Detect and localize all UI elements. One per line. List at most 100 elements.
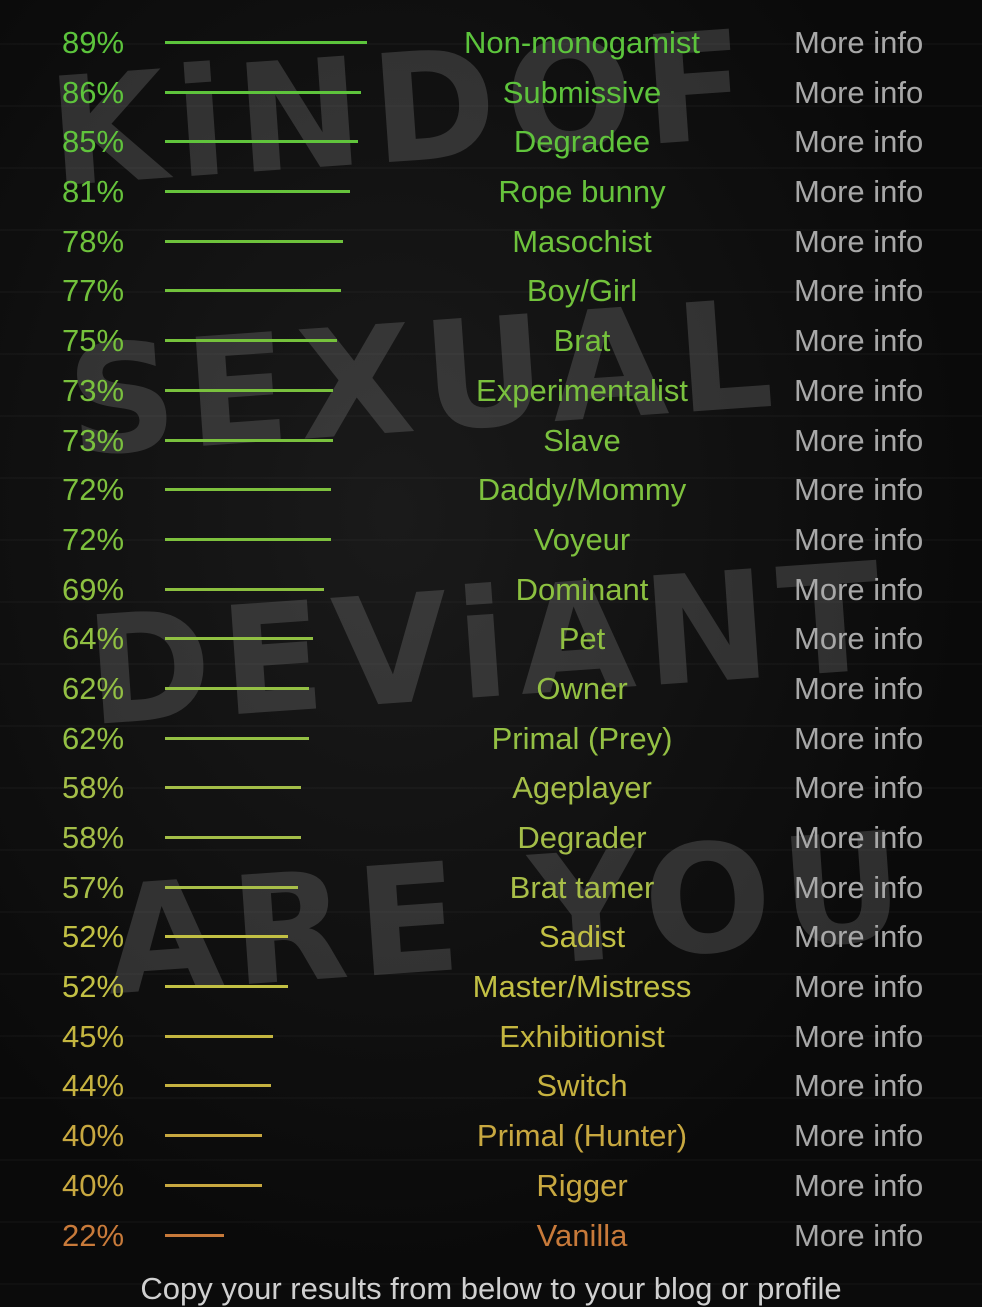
more-info-link[interactable]: More info — [794, 1019, 923, 1055]
result-bar — [165, 836, 301, 839]
result-name: Primal (Prey) — [491, 720, 673, 756]
result-name: Non-monogamist — [463, 25, 701, 60]
result-percent: 22% — [62, 1217, 125, 1253]
result-percent: 78% — [62, 223, 125, 259]
result-name: Masochist — [512, 223, 652, 259]
result-bar — [165, 388, 333, 392]
result-row: 62% Owner More info — [0, 664, 982, 714]
more-info-link[interactable]: More info — [794, 273, 923, 309]
result-percent: 40% — [62, 1167, 125, 1203]
result-row: 81% Rope bunny More info — [0, 167, 982, 217]
more-info-link[interactable]: More info — [794, 1068, 923, 1104]
more-info-link[interactable]: More info — [794, 721, 923, 757]
result-name: Degradee — [513, 124, 651, 160]
result-bar — [165, 239, 344, 243]
result-row: 69% Dominant More info — [0, 565, 982, 615]
result-percent: 58% — [62, 820, 125, 855]
result-bar — [165, 935, 288, 939]
result-name: Dominant — [515, 571, 649, 607]
result-name: Owner — [536, 670, 628, 706]
result-row: 40% Primal (Hunter) More info — [0, 1111, 982, 1161]
result-percent: 62% — [62, 670, 125, 706]
result-bar — [165, 885, 299, 889]
result-percent: 62% — [62, 720, 125, 756]
result-percent: 72% — [62, 472, 125, 508]
more-info-link[interactable]: More info — [794, 323, 923, 359]
result-name: Experimentalist — [476, 372, 688, 408]
result-bar — [165, 190, 350, 194]
more-info-link[interactable]: More info — [794, 373, 923, 409]
result-row: 58% Degrader More info — [0, 813, 982, 863]
more-info-link[interactable]: More info — [794, 472, 923, 508]
result-bar — [165, 537, 331, 541]
result-percent: 75% — [62, 323, 125, 359]
result-row: 86% Submissive More info — [0, 68, 982, 118]
more-info-link[interactable]: More info — [794, 522, 923, 558]
result-percent: 58% — [62, 770, 125, 806]
result-percent: 69% — [62, 571, 125, 607]
more-info-link[interactable]: More info — [794, 969, 923, 1005]
result-row: 52% Sadist More info — [0, 912, 982, 962]
result-percent: 77% — [62, 273, 125, 309]
more-info-link[interactable]: More info — [794, 174, 923, 210]
result-bar — [165, 90, 361, 94]
result-row: 62% Primal (Prey) More info — [0, 714, 982, 764]
more-info-link[interactable]: More info — [794, 820, 923, 856]
result-name: Switch — [536, 1068, 628, 1104]
result-percent: 44% — [62, 1068, 125, 1104]
more-info-link[interactable]: More info — [794, 75, 923, 111]
result-name: Degrader — [517, 820, 647, 855]
result-row: 40% Rigger More info — [0, 1161, 982, 1211]
result-name: Rope bunny — [498, 174, 666, 210]
more-info-link[interactable]: More info — [794, 1118, 923, 1154]
result-name: Exhibitionist — [499, 1018, 665, 1054]
result-row: 57% Brat tamer More info — [0, 863, 982, 913]
more-info-link[interactable]: More info — [794, 870, 923, 906]
result-percent: 52% — [62, 969, 125, 1005]
result-name: Pet — [558, 621, 606, 657]
more-info-link[interactable]: More info — [794, 919, 923, 955]
result-bar — [165, 339, 337, 343]
more-info-link[interactable]: More info — [794, 770, 923, 806]
result-name: Daddy/Mommy — [477, 472, 687, 508]
more-info-link[interactable]: More info — [794, 423, 923, 459]
result-name: Voyeur — [533, 521, 631, 557]
result-percent: 73% — [62, 372, 125, 408]
result-percent: 64% — [62, 621, 125, 657]
more-info-link[interactable]: More info — [794, 224, 923, 260]
result-percent: 89% — [62, 25, 125, 60]
result-row: 44% Switch More info — [0, 1061, 982, 1111]
result-bar — [165, 1233, 224, 1237]
result-name: Primal (Hunter) — [476, 1118, 688, 1154]
result-name: Ageplayer — [512, 770, 652, 806]
more-info-link[interactable]: More info — [794, 1218, 923, 1254]
result-bar — [165, 1183, 263, 1187]
result-name: Slave — [543, 422, 621, 458]
more-info-link[interactable]: More info — [794, 671, 923, 707]
result-name: Brat tamer — [509, 869, 655, 905]
result-bar — [165, 488, 331, 492]
more-info-link[interactable]: More info — [794, 124, 923, 160]
more-info-link[interactable]: More info — [794, 1168, 923, 1204]
result-bar — [165, 438, 333, 442]
result-row: 22% Vanilla More info — [0, 1211, 982, 1261]
result-row: 58% Ageplayer More info — [0, 763, 982, 813]
result-percent: 86% — [62, 74, 125, 110]
result-bar — [165, 1134, 263, 1138]
more-info-link[interactable]: More info — [794, 25, 923, 61]
result-row: 85% Degradee More info — [0, 117, 982, 167]
result-row: 64% Pet More info — [0, 614, 982, 664]
result-row: 45% Exhibitionist More info — [0, 1012, 982, 1062]
result-bar — [165, 41, 367, 44]
result-bar — [165, 985, 288, 989]
result-row: 77% Boy/Girl More info — [0, 266, 982, 316]
result-percent: 40% — [62, 1118, 125, 1154]
result-bar — [165, 140, 359, 144]
more-info-link[interactable]: More info — [794, 621, 923, 657]
result-row: 78% Masochist More info — [0, 217, 982, 267]
result-bar — [165, 289, 342, 293]
result-name: Boy/Girl — [526, 273, 638, 309]
result-bar — [165, 637, 314, 641]
more-info-link[interactable]: More info — [794, 572, 923, 608]
result-name: Submissive — [502, 74, 662, 110]
